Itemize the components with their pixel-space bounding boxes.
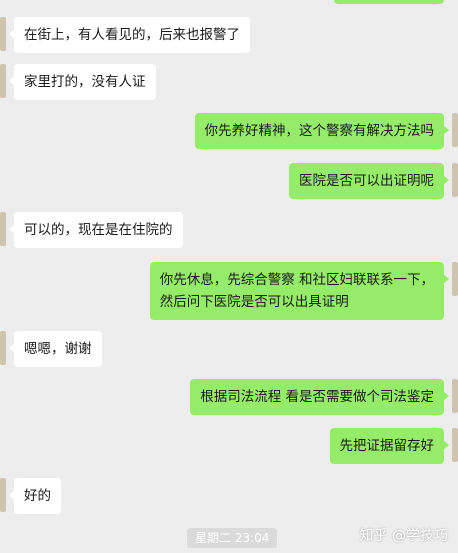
message-line: 然后问下医院是否可以出具证明 — [159, 294, 349, 310]
user-avatar[interactable] — [452, 428, 458, 462]
outgoing-message[interactable]: 你先休息，先综合警察 和社区妇联联系一下， 然后问下医院是否可以出具证明 — [149, 262, 450, 320]
incoming-message[interactable]: 好的 — [9, 478, 61, 514]
previous-message-fragment — [334, 0, 444, 4]
user-avatar[interactable] — [452, 163, 458, 197]
incoming-message[interactable]: 在街上，有人看见的，后来也报警了 — [9, 17, 250, 53]
incoming-message[interactable]: 嗯嗯，谢谢 — [9, 331, 102, 367]
incoming-message[interactable]: 可以的，现在是在住院的 — [9, 212, 183, 248]
incoming-message[interactable]: 家里打的，没有人证 — [9, 64, 156, 100]
contact-avatar[interactable] — [0, 331, 6, 365]
user-avatar[interactable] — [452, 379, 458, 413]
contact-avatar[interactable] — [0, 17, 6, 51]
outgoing-message[interactable]: 医院是否可以出证明呢 — [289, 163, 449, 199]
watermark: 知乎 @学技巧 — [359, 528, 448, 544]
user-avatar[interactable] — [452, 262, 458, 296]
outgoing-message[interactable]: 先把证据留存好 — [329, 428, 449, 464]
outgoing-message[interactable]: 你先养好精神，这个警察有解决方法吗 — [194, 113, 449, 149]
contact-avatar[interactable] — [0, 212, 6, 246]
message-timestamp: 星期二 23:04 — [187, 528, 278, 548]
message-line: 你先休息，先综合警察 和社区妇联联系一下， — [159, 272, 434, 288]
user-avatar[interactable] — [452, 113, 458, 147]
contact-avatar[interactable] — [0, 478, 6, 512]
outgoing-message[interactable]: 根据司法流程 看是否需要做个司法鉴定 — [190, 379, 449, 415]
contact-avatar[interactable] — [0, 64, 6, 98]
